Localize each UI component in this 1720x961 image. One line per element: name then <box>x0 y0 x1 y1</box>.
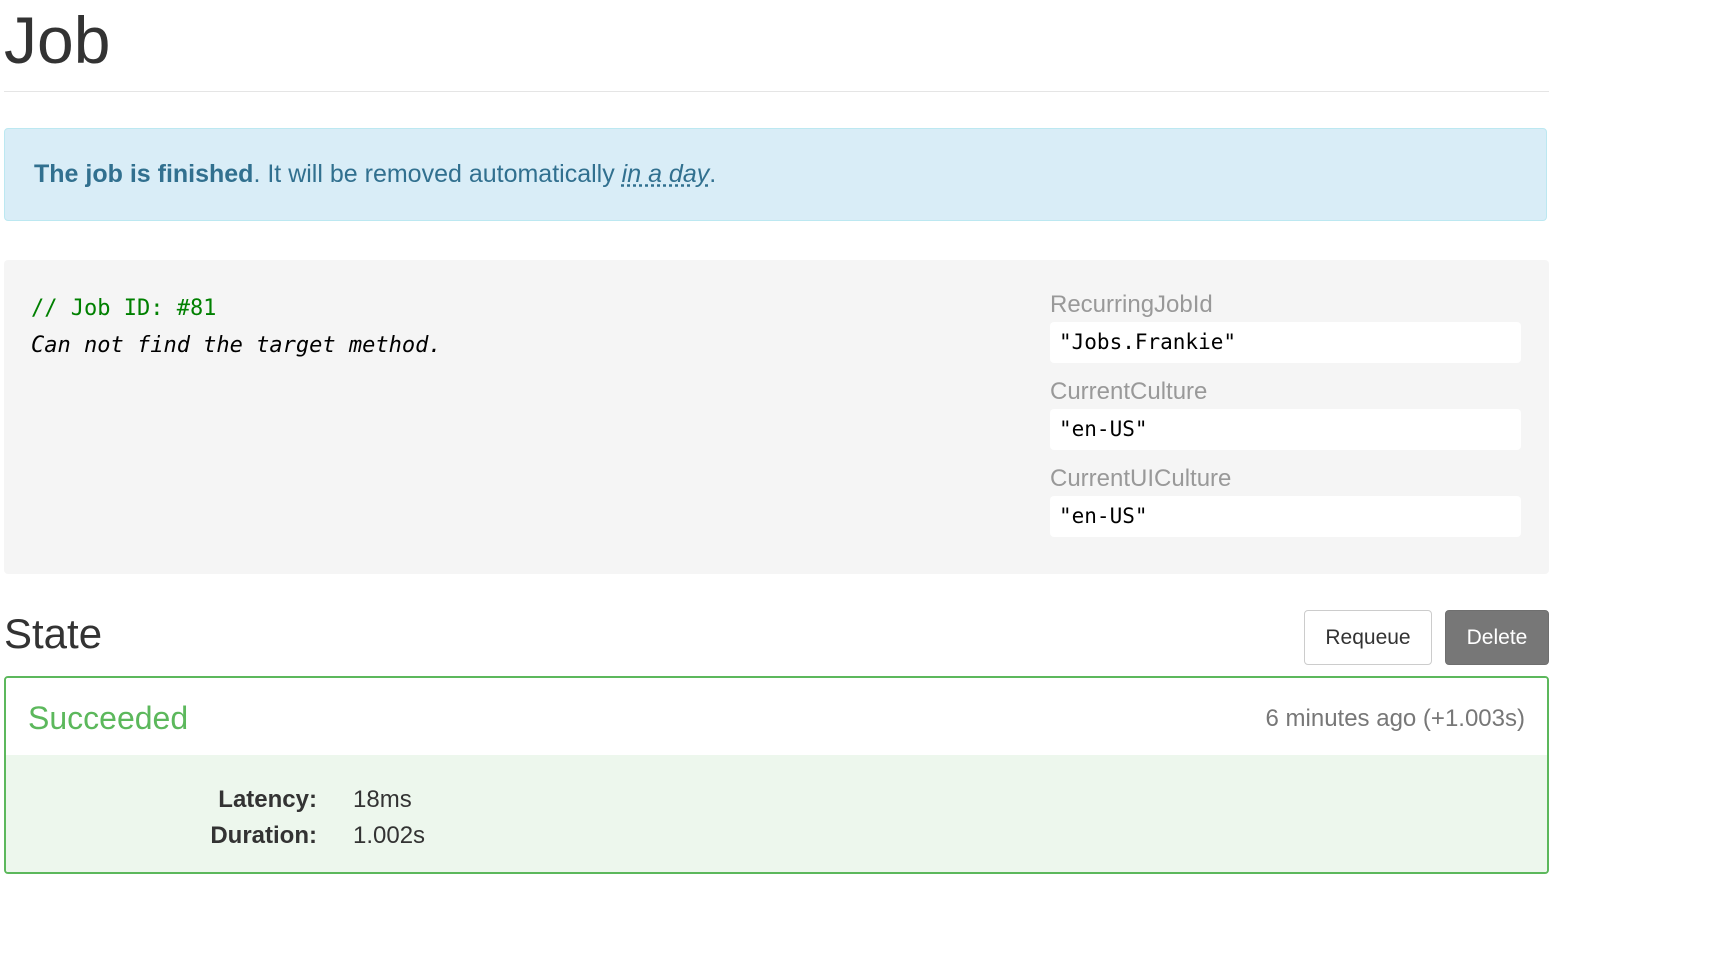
property-value-current-culture: "en-US" <box>1050 409 1521 450</box>
state-detail-value: 1.002s <box>353 822 426 849</box>
property-value-recurring-job-id: "Jobs.Frankie" <box>1050 322 1521 363</box>
alert-end-text: . <box>709 160 717 188</box>
alert-message: The job is finished. It will be removed … <box>34 160 716 189</box>
property-value-current-ui-culture: "en-US" <box>1050 496 1521 537</box>
state-detail-row-duration: Duration: 1.002s <box>6 818 606 854</box>
property-label-recurring-job-id: RecurringJobId <box>1050 291 1213 318</box>
state-section-title: State <box>4 610 103 657</box>
job-properties: RecurringJobId "Jobs.Frankie" CurrentCul… <box>1050 288 1521 549</box>
alert-middle-text: . It will be removed automatically <box>253 160 622 188</box>
page-header: Job <box>4 0 1549 92</box>
job-status-alert: The job is finished. It will be removed … <box>4 128 1547 221</box>
job-snippet: // Job ID: #81 Can not find the target m… <box>4 260 1549 574</box>
state-name: Succeeded <box>28 700 189 736</box>
job-method-text: Can not find the target method. <box>31 333 442 358</box>
alert-relative-time: in a day <box>621 160 710 188</box>
state-detail-key: Latency: <box>218 786 317 813</box>
requeue-button[interactable]: Requeue <box>1304 610 1432 665</box>
state-timestamp: 6 minutes ago (+1.003s) <box>1265 705 1526 732</box>
state-detail-row-latency: Latency: 18ms <box>6 782 606 818</box>
state-detail-value: 18ms <box>353 786 412 813</box>
delete-button[interactable]: Delete <box>1445 610 1549 665</box>
property-label-current-ui-culture: CurrentUICulture <box>1050 465 1232 492</box>
state-card-header: Succeeded 6 minutes ago (+1.003s) <box>6 678 1547 755</box>
job-id-comment: // Job ID: #81 <box>31 296 217 321</box>
alert-strong-text: The job is finished <box>34 160 254 188</box>
state-card-body: Latency: 18ms Duration: 1.002s <box>6 755 1547 872</box>
job-code: // Job ID: #81 Can not find the target m… <box>31 290 442 364</box>
property-label-current-culture: CurrentCulture <box>1050 378 1208 405</box>
page-title: Job <box>4 3 111 77</box>
state-card: Succeeded 6 minutes ago (+1.003s) Latenc… <box>4 676 1549 874</box>
state-detail-key: Duration: <box>210 822 317 849</box>
